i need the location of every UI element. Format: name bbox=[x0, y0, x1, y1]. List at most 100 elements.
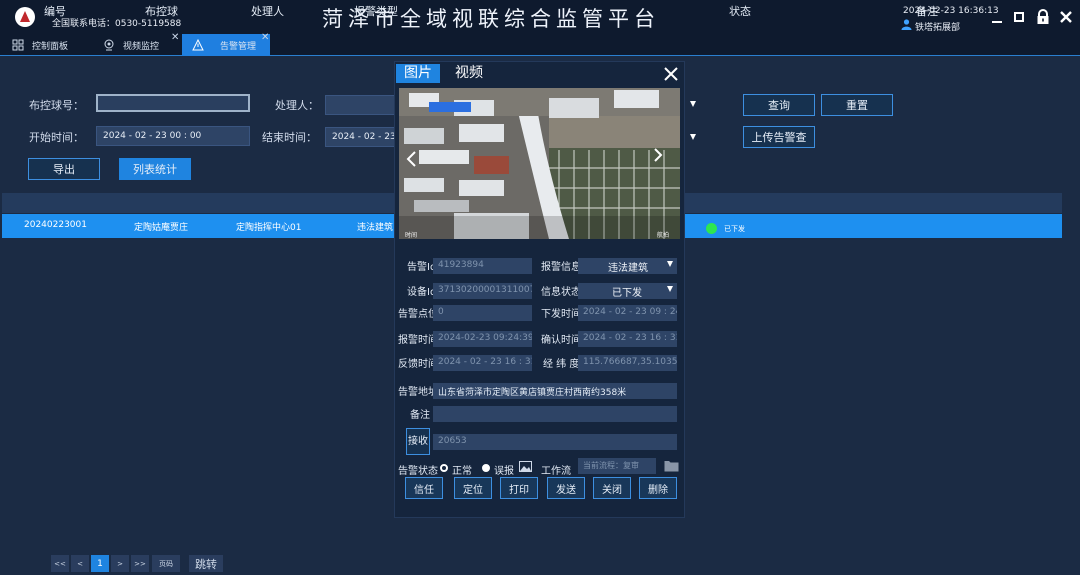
tab-image[interactable]: 图片 bbox=[396, 64, 440, 83]
feedback-time-field[interactable]: 2024 - 02 - 23 16 : 31 bbox=[433, 355, 532, 371]
device-id-field[interactable]: 371302000013110070 bbox=[433, 283, 532, 299]
send-button[interactable]: 发送 bbox=[547, 477, 585, 499]
device-id-label: 设备Id bbox=[407, 287, 437, 298]
tab-label: 控制面板 bbox=[32, 41, 69, 52]
tab-close-icon[interactable]: ✕ bbox=[171, 32, 179, 43]
grid-icon bbox=[12, 39, 24, 51]
tab-control-panel[interactable]: 控制面板 bbox=[12, 34, 92, 56]
delete-button[interactable]: 删除 bbox=[639, 477, 677, 499]
alarm-photo[interactable]: 时间 航拍 bbox=[399, 88, 680, 239]
cell-dome: 定陶姑庵贾庄 bbox=[134, 223, 189, 233]
col-header[interactable]: 状态 bbox=[729, 3, 751, 19]
alarm-point-label: 告警点位 bbox=[398, 309, 438, 320]
alarm-state-label: 告警状态 bbox=[398, 466, 438, 477]
tab-label: 告警管理 bbox=[220, 41, 257, 52]
status-dot bbox=[706, 223, 717, 234]
warning-icon bbox=[192, 39, 204, 51]
tab-video[interactable]: 视频 bbox=[455, 64, 483, 83]
camera-icon bbox=[104, 39, 114, 51]
col-header[interactable]: 编号 bbox=[44, 3, 66, 19]
next-page-button[interactable]: > bbox=[111, 555, 129, 572]
radio-normal-label: 正常 bbox=[452, 466, 472, 477]
start-time-input[interactable]: 2024 - 02 - 23 00 : 00 bbox=[96, 126, 250, 146]
user-icon bbox=[901, 19, 912, 30]
report-time-field[interactable]: 2024-02-23 09:24:39 bbox=[433, 331, 532, 347]
aerial-image bbox=[399, 88, 680, 239]
tab-label: 视频监控 bbox=[123, 41, 160, 52]
close-icon[interactable] bbox=[1058, 9, 1074, 25]
workflow-field[interactable]: 当前流程：复审 bbox=[578, 458, 656, 474]
alarm-point-field[interactable]: 0 bbox=[433, 305, 532, 321]
image-caption-right: 航拍 bbox=[657, 232, 670, 239]
cell-id: 20240223001 bbox=[24, 220, 87, 230]
tab-alarm-management[interactable]: 告警管理 ✕ bbox=[182, 32, 270, 56]
radio-normal[interactable] bbox=[440, 464, 448, 472]
coords-field[interactable]: 115.766687,35.103537 bbox=[578, 355, 677, 371]
close-button[interactable]: 关闭 bbox=[593, 477, 631, 499]
chevron-left-icon[interactable] bbox=[405, 150, 419, 168]
handler-select[interactable] bbox=[325, 95, 395, 115]
page-number-input[interactable]: 页码 bbox=[152, 555, 180, 572]
user-name[interactable]: 铁塔拓展部 bbox=[915, 20, 960, 33]
info-status-select[interactable]: 已下发 bbox=[578, 283, 677, 299]
close-icon[interactable] bbox=[663, 66, 679, 82]
image-icon[interactable] bbox=[519, 461, 532, 472]
maximize-icon[interactable] bbox=[1011, 9, 1027, 25]
app-logo bbox=[15, 7, 35, 27]
folder-icon[interactable] bbox=[664, 459, 679, 472]
chevron-down-icon[interactable] bbox=[690, 134, 696, 140]
end-time-label: 结束时间： bbox=[262, 131, 317, 144]
print-button[interactable]: 打印 bbox=[500, 477, 538, 499]
confirm-time-label: 确认时间 bbox=[541, 335, 581, 346]
end-time-input[interactable]: 2024 - 02 - 23 2 bbox=[325, 127, 395, 147]
col-header[interactable]: 处理人 bbox=[251, 3, 284, 19]
cell-type: 违法建筑 bbox=[357, 223, 394, 233]
chevron-down-icon bbox=[667, 286, 673, 292]
reset-button[interactable]: 重置 bbox=[821, 94, 893, 116]
jump-button[interactable]: 跳转 bbox=[189, 555, 223, 572]
alarm-info-label: 报警信息 bbox=[541, 262, 581, 273]
col-header[interactable]: 备注 bbox=[916, 3, 938, 19]
feedback-time-label: 反馈时间 bbox=[398, 359, 438, 370]
locate-button[interactable]: 定位 bbox=[454, 477, 492, 499]
export-button[interactable]: 导出 bbox=[28, 158, 100, 180]
chevron-down-icon bbox=[667, 261, 673, 267]
dome-input[interactable] bbox=[96, 94, 250, 112]
dispatch-time-field[interactable]: 2024 - 02 - 23 09 : 24 bbox=[578, 305, 677, 321]
confirm-time-field[interactable]: 2024 - 02 - 23 16 : 31 bbox=[578, 331, 677, 347]
alarm-id-field[interactable]: 41923894 bbox=[433, 258, 532, 274]
col-header[interactable]: 布控球 bbox=[145, 3, 178, 19]
radio-false-alarm[interactable] bbox=[482, 464, 490, 472]
list-stats-button[interactable]: 列表统计 bbox=[119, 158, 191, 180]
current-page[interactable]: 1 bbox=[91, 555, 109, 572]
start-time-label: 开始时间： bbox=[29, 131, 84, 144]
remark-label: 备注 bbox=[410, 410, 430, 421]
cell-handler: 定陶指挥中心01 bbox=[236, 223, 302, 233]
tab-close-icon[interactable]: ✕ bbox=[261, 32, 269, 43]
upload-alarm-button[interactable]: 上传告警查 bbox=[743, 126, 815, 148]
workflow-label: 工作流 bbox=[541, 466, 571, 477]
trust-button[interactable]: 信任 bbox=[405, 477, 443, 499]
first-page-button[interactable]: << bbox=[51, 555, 69, 572]
col-header[interactable]: 报警类型 bbox=[354, 3, 398, 19]
prev-page-button[interactable]: < bbox=[71, 555, 89, 572]
remark-field[interactable] bbox=[433, 406, 677, 422]
dispatch-time-label: 下发时间 bbox=[541, 309, 581, 320]
alarm-id-label: 告警Id bbox=[407, 262, 437, 273]
info-status-label: 信息状态 bbox=[541, 287, 581, 298]
address-field[interactable]: 山东省菏泽市定陶区黄店镇贾庄村西南约358米 bbox=[433, 383, 677, 399]
tab-video-monitor[interactable]: 视频监控 ✕ bbox=[103, 32, 179, 56]
chevron-down-icon[interactable] bbox=[690, 101, 696, 107]
chevron-right-icon[interactable] bbox=[652, 147, 664, 163]
dome-label: 布控球号： bbox=[29, 99, 84, 112]
lock-icon[interactable] bbox=[1035, 9, 1051, 25]
radio-false-label: 误报 bbox=[494, 466, 514, 477]
report-time-label: 报警时间 bbox=[398, 335, 438, 346]
receive-field[interactable]: 20653 bbox=[433, 434, 677, 450]
query-button[interactable]: 查询 bbox=[743, 94, 815, 116]
alarm-info-select[interactable]: 违法建筑 bbox=[578, 258, 677, 274]
image-caption-left: 时间 bbox=[405, 232, 418, 239]
last-page-button[interactable]: >> bbox=[131, 555, 149, 572]
minimize-icon[interactable] bbox=[989, 9, 1005, 25]
receive-button[interactable]: 接收 bbox=[406, 428, 430, 455]
